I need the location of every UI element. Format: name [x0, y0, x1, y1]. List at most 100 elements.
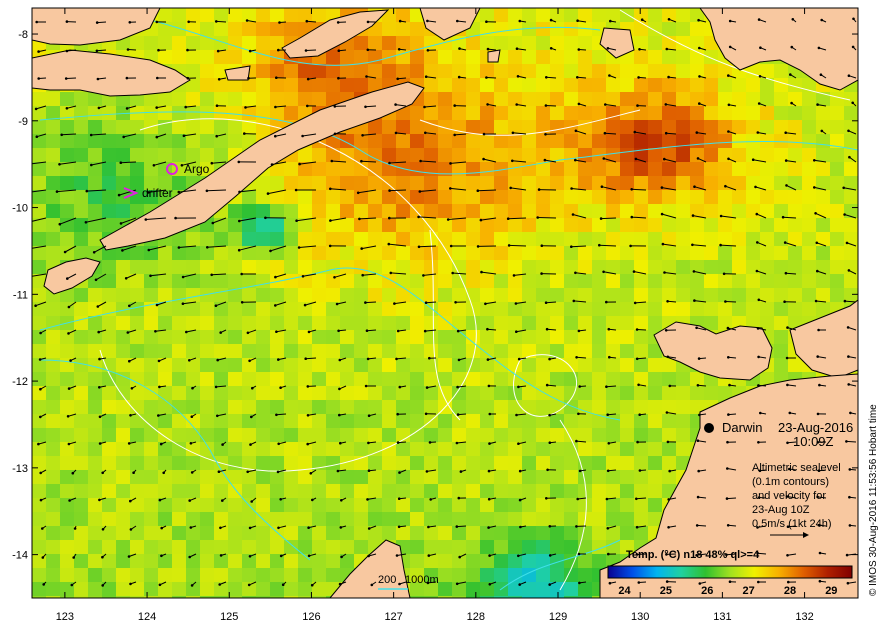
sst-cell: [270, 428, 284, 442]
sst-cell: [606, 330, 620, 344]
sst-cell: [802, 260, 816, 274]
sst-cell: [592, 64, 606, 78]
velocity-arrow-head: [429, 498, 433, 501]
sst-cell: [550, 92, 564, 106]
sst-cell: [228, 344, 242, 358]
sst-cell: [74, 554, 88, 568]
sst-cell: [676, 190, 690, 204]
sst-cell: [774, 106, 788, 120]
sst-cell: [760, 302, 774, 316]
velocity-arrow-head: [540, 244, 544, 247]
sst-cell: [60, 512, 74, 526]
sst-cell: [158, 414, 172, 428]
sst-cell: [830, 218, 844, 232]
sst-cell: [200, 64, 214, 78]
sst-cell: [130, 316, 144, 330]
island-top-3: [487, 49, 501, 63]
sst-cell: [648, 400, 662, 414]
velocity-arrow-head: [663, 271, 666, 274]
sst-cell: [130, 512, 144, 526]
sst-cell: [648, 456, 662, 470]
sst-cell: [354, 302, 368, 316]
sst-cell: [312, 204, 326, 218]
velocity-arrow-head: [722, 272, 726, 276]
x-tick-label: 124: [138, 611, 156, 623]
sst-cell: [662, 442, 676, 456]
sst-cell: [676, 302, 690, 316]
sst-cell: [564, 36, 578, 50]
velocity-arrow-head: [97, 106, 101, 110]
velocity-arrow-head: [333, 105, 337, 108]
sst-cell: [200, 78, 214, 92]
sst-cell: [46, 246, 60, 260]
sst-cell: [718, 134, 732, 148]
sst-cell: [200, 302, 214, 316]
sst-cell: [186, 540, 200, 554]
velocity-arrow-head: [389, 271, 393, 275]
sst-cell: [676, 120, 690, 134]
sst-cell: [60, 92, 74, 106]
sst-cell: [732, 148, 746, 162]
sst-cell: [214, 540, 228, 554]
velocity-arrow-head: [307, 526, 310, 529]
sst-cell: [578, 218, 592, 232]
velocity-arrow-head: [727, 103, 731, 107]
sst-cell: [494, 456, 508, 470]
sst-cell: [144, 148, 158, 162]
x-tick-label: 125: [220, 611, 238, 623]
velocity-arrow-head: [633, 301, 637, 305]
sst-cell: [270, 400, 284, 414]
sst-cell: [788, 106, 802, 120]
sst-cell: [550, 260, 564, 274]
sst-cell: [452, 344, 466, 358]
sst-cell: [46, 204, 60, 218]
sst-cell: [774, 358, 788, 372]
sst-cell: [256, 64, 270, 78]
sst-cell: [116, 344, 130, 358]
velocity-arrow-head: [781, 215, 785, 219]
sst-cell: [368, 36, 382, 50]
sst-cell: [690, 246, 704, 260]
velocity-arrow-head: [177, 190, 181, 194]
sst-cell: [620, 176, 634, 190]
sst-cell: [788, 176, 802, 190]
velocity-arrow-head: [570, 245, 573, 248]
sst-cell: [382, 176, 396, 190]
sst-cell: [368, 386, 382, 400]
sst-cell: [564, 498, 578, 512]
sst-cell: [522, 218, 536, 232]
velocity-arrow-head: [279, 386, 282, 390]
sst-cell: [550, 484, 564, 498]
sst-cell: [326, 330, 340, 344]
sst-cell: [676, 386, 690, 400]
sst-cell: [32, 190, 46, 204]
info-line-3: and velocity for: [752, 490, 826, 502]
y-axis-tick-labels: -8-9-10-11-12-13-14: [12, 29, 28, 562]
sst-cell: [312, 386, 326, 400]
sst-cell: [550, 568, 564, 582]
sst-cell: [382, 470, 396, 484]
velocity-arrow-head: [69, 359, 72, 362]
velocity-arrow-head: [188, 359, 191, 362]
sst-cell: [802, 162, 816, 176]
sst-cell: [676, 246, 690, 260]
velocity-arrow-head: [518, 583, 521, 586]
velocity-arrow-head: [488, 442, 491, 445]
sst-cell: [578, 106, 592, 120]
velocity-arrow-head: [244, 106, 247, 109]
sst-cell: [606, 358, 620, 372]
velocity-arrow-head: [335, 302, 339, 306]
sst-cell: [536, 470, 550, 484]
sst-cell: [88, 176, 102, 190]
velocity-arrow-head: [189, 442, 193, 445]
velocity-arrow-head: [785, 356, 789, 360]
sst-cell: [452, 316, 466, 330]
sst-cell: [536, 428, 550, 442]
sst-cell: [704, 148, 718, 162]
sst-cell: [298, 344, 312, 358]
velocity-arrow-head: [848, 495, 851, 499]
sst-cell: [662, 456, 676, 470]
velocity-arrow-head: [301, 134, 304, 138]
sst-cell: [102, 316, 116, 330]
velocity-arrow-head: [818, 579, 822, 583]
